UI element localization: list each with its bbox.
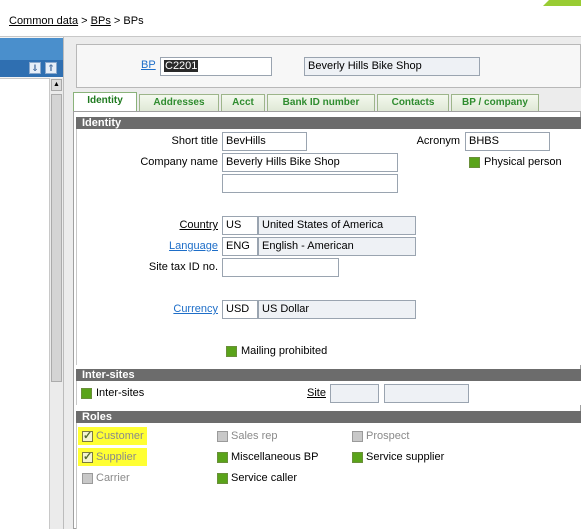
breadcrumb-common-data[interactable]: Common data bbox=[9, 15, 78, 27]
company-name-2-field[interactable] bbox=[222, 174, 398, 193]
left-pane-header bbox=[0, 38, 63, 60]
carrier-label: Carrier bbox=[96, 472, 130, 484]
service-caller-checkbox[interactable] bbox=[217, 473, 228, 484]
site-label[interactable]: Site bbox=[307, 387, 326, 399]
sales-rep-checkbox[interactable] bbox=[217, 431, 228, 442]
physical-person-label: Physical person bbox=[484, 156, 562, 168]
acronym-label: Acronym bbox=[416, 135, 460, 147]
misc-bp-checkbox[interactable] bbox=[217, 452, 228, 463]
physical-person-checkbox[interactable] bbox=[469, 157, 480, 168]
breadcrumb: Common data > BPs > BPs bbox=[9, 15, 144, 27]
section-inter-sites bbox=[76, 381, 581, 405]
tab-addresses[interactable]: Addresses bbox=[139, 94, 219, 111]
language-label-link[interactable]: Language bbox=[150, 240, 218, 252]
language-code-field[interactable]: ENG bbox=[222, 237, 258, 256]
carrier-checkbox[interactable] bbox=[82, 473, 93, 484]
bp-name-field: Beverly Hills Bike Shop bbox=[304, 57, 480, 76]
prospect-label: Prospect bbox=[366, 430, 410, 442]
tab-bp-company[interactable]: BP / company bbox=[451, 94, 539, 111]
supplier-checkbox[interactable] bbox=[82, 450, 93, 463]
bp-code-field[interactable]: C2201 bbox=[160, 57, 272, 76]
bp-code-value: C2201 bbox=[164, 60, 199, 72]
scrollbar-thumb[interactable] bbox=[51, 94, 62, 382]
prospect-checkbox[interactable] bbox=[352, 431, 363, 442]
site-tax-label: Site tax ID no. bbox=[148, 261, 218, 273]
customer-label: Customer bbox=[96, 430, 144, 442]
bp-label-link[interactable]: BP bbox=[141, 59, 156, 71]
country-name-field: United States of America bbox=[258, 216, 416, 235]
country-code-field[interactable]: US bbox=[222, 216, 258, 235]
left-pane-toolbar: ⇓ ⇑ bbox=[0, 60, 63, 77]
service-supplier-checkbox[interactable] bbox=[352, 452, 363, 463]
section-header-identity: Identity bbox=[76, 117, 581, 129]
service-supplier-label: Service supplier bbox=[366, 451, 445, 463]
tab-identity[interactable]: Identity bbox=[73, 92, 137, 112]
mailing-prohibited-checkbox[interactable] bbox=[226, 346, 237, 357]
sales-rep-label: Sales rep bbox=[231, 430, 278, 442]
inter-sites-checkbox[interactable] bbox=[81, 388, 92, 399]
language-name-field: English - American bbox=[258, 237, 416, 256]
country-label[interactable]: Country bbox=[160, 219, 218, 231]
corner-decoration bbox=[543, 0, 581, 6]
tab-acct[interactable]: Acct bbox=[221, 94, 265, 111]
tab-contacts[interactable]: Contacts bbox=[377, 94, 449, 111]
misc-bp-label: Miscellaneous BP bbox=[231, 451, 319, 463]
company-name-field[interactable]: Beverly Hills Bike Shop bbox=[222, 153, 398, 172]
section-header-inter-sites: Inter-sites bbox=[76, 369, 581, 381]
site-code-field[interactable] bbox=[330, 384, 379, 403]
acronym-field[interactable]: BHBS bbox=[465, 132, 550, 151]
short-title-label: Short title bbox=[171, 135, 218, 147]
breadcrumb-bps[interactable]: BPs bbox=[91, 15, 111, 27]
supplier-label: Supplier bbox=[96, 451, 137, 463]
inter-sites-label: Inter-sites bbox=[96, 387, 145, 399]
mailing-prohibited-label: Mailing prohibited bbox=[241, 345, 328, 357]
short-title-field[interactable]: BevHills bbox=[222, 132, 307, 151]
breadcrumb-separator: > bbox=[81, 15, 88, 27]
company-name-label: Company name bbox=[140, 156, 218, 168]
breadcrumb-separator: > bbox=[113, 15, 121, 27]
site-name-field bbox=[384, 384, 469, 403]
breadcrumb-bar: Common data > BPs > BPs bbox=[0, 0, 581, 37]
currency-code-field[interactable]: USD bbox=[222, 300, 258, 319]
service-caller-label: Service caller bbox=[231, 472, 298, 484]
left-pane-list[interactable] bbox=[0, 78, 49, 529]
scroll-up-arrow-icon[interactable]: ▲ bbox=[51, 79, 62, 91]
tab-bank-id-number[interactable]: Bank ID number bbox=[267, 94, 375, 111]
scroll-up-icon[interactable]: ⇑ bbox=[45, 62, 57, 74]
customer-checkbox[interactable] bbox=[82, 429, 93, 442]
left-pane-scrollbar[interactable]: ▲ bbox=[49, 78, 63, 529]
breadcrumb-current: BPs bbox=[123, 15, 144, 27]
section-header-roles: Roles bbox=[76, 411, 581, 423]
currency-name-field: US Dollar bbox=[258, 300, 416, 319]
section-roles bbox=[76, 423, 581, 529]
site-tax-field[interactable] bbox=[222, 258, 339, 277]
currency-label-link[interactable]: Currency bbox=[150, 303, 218, 315]
scroll-down-icon[interactable]: ⇓ bbox=[29, 62, 41, 74]
